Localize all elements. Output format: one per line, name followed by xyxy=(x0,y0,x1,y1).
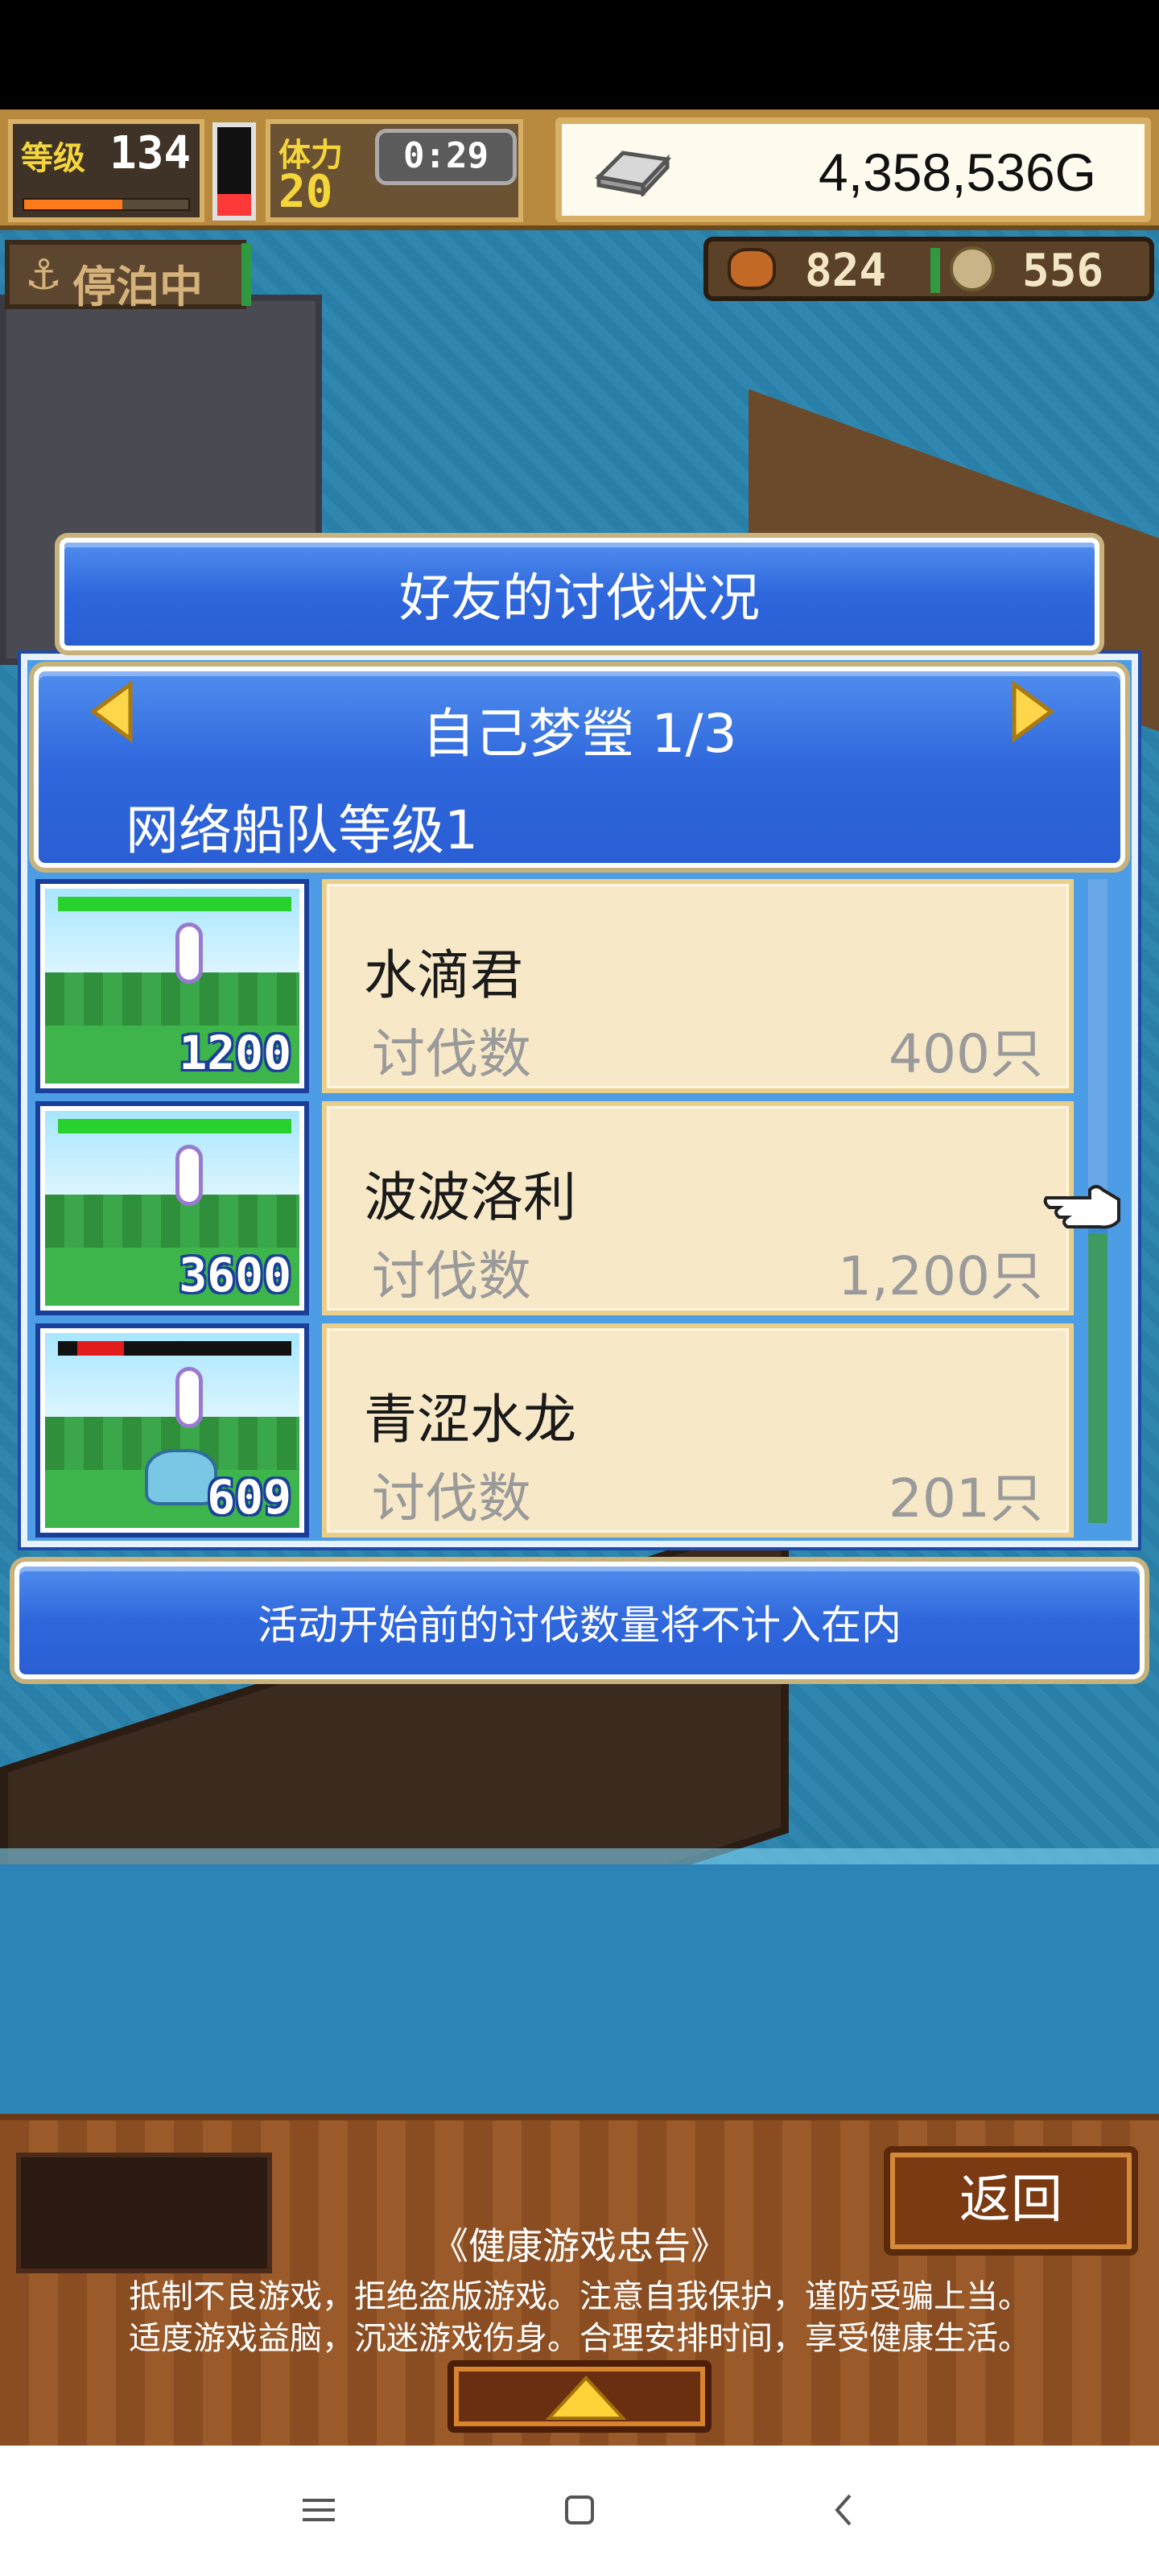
dialog-title-bar: 好友的讨伐状况 xyxy=(60,538,1099,650)
reward-value: 1200 xyxy=(179,1026,291,1080)
exp-bar-fill xyxy=(24,200,123,209)
list-item[interactable]: 3600 波波洛利 讨伐数 1,200只 xyxy=(35,1101,1074,1315)
food-icon xyxy=(728,248,776,290)
list-item[interactable]: 609 青涩水龙 讨伐数 201只 xyxy=(35,1323,1074,1538)
hp-bar-fill xyxy=(58,1119,291,1133)
kill-count-label: 讨伐数 xyxy=(372,1245,531,1307)
kill-count-value: 201只 xyxy=(889,1468,1043,1530)
level-value: 134 xyxy=(109,127,192,180)
monster-card: 波波洛利 讨伐数 1,200只 xyxy=(322,1101,1074,1315)
monster-thumbnail: 609 xyxy=(35,1323,309,1538)
resource-panel: 824 556 xyxy=(703,237,1154,301)
dock-status-text: 停泊中 xyxy=(72,262,203,312)
scrollbar-thumb[interactable] xyxy=(1088,879,1107,1217)
monster-card: 水滴君 讨伐数 400只 xyxy=(322,879,1074,1093)
dialog-title: 好友的讨伐状况 xyxy=(399,569,760,629)
hp-bar-fill xyxy=(58,897,291,911)
health-notice-line2: 适度游戏益脑，沉迷游戏伤身。合理安排时间，享受健康生活。 xyxy=(129,2320,1030,2357)
monster-name: 水滴君 xyxy=(364,944,523,1006)
material-icon xyxy=(950,246,995,291)
scrollbar-track-lower xyxy=(1088,1233,1107,1523)
stamina-gauge-fill xyxy=(217,193,251,216)
monster-thumbnail: 3600 xyxy=(35,1101,309,1315)
material-value: 556 xyxy=(1022,245,1104,297)
stamina-value: 20 xyxy=(278,166,333,218)
monster-card: 青涩水龙 讨伐数 201只 xyxy=(322,1323,1074,1538)
kill-count-value: 400只 xyxy=(889,1023,1043,1085)
menu-icon xyxy=(303,2499,335,2521)
stamina-gauge xyxy=(212,122,256,221)
thumbnail-trees xyxy=(45,972,299,1029)
hp-bar xyxy=(58,897,291,911)
home-button[interactable] xyxy=(547,2478,612,2542)
monster-name: 波波洛利 xyxy=(364,1166,576,1228)
bottom-bar: 返回 《健康游戏忠告》 抵制不良游戏，拒绝盗版游戏。注意自我保护，谨防受骗上当。… xyxy=(0,2114,1159,2446)
stamina-timer: 0:29 xyxy=(375,129,517,185)
silver-ingot-icon xyxy=(594,151,671,196)
reward-value: 609 xyxy=(207,1470,291,1525)
dialog-footer: 活动开始前的讨伐数量将不计入在内 xyxy=(14,1562,1145,1679)
sea xyxy=(0,1864,1159,2114)
system-nav-bar xyxy=(0,2446,1159,2576)
level-label: 等级 xyxy=(21,140,85,177)
shoreline xyxy=(0,1848,1159,1864)
hp-bar xyxy=(58,1119,291,1133)
system-status-bar xyxy=(0,0,1159,109)
footer-note: 活动开始前的讨伐数量将不计入在内 xyxy=(258,1602,901,1649)
pointing-hand-icon xyxy=(1043,1185,1120,1229)
quest-marker-icon xyxy=(175,1367,203,1428)
thumbnail-trees xyxy=(45,1195,299,1251)
exp-bar xyxy=(23,198,190,211)
recent-apps-button[interactable] xyxy=(287,2478,351,2542)
monster-thumbnail: 1200 xyxy=(35,879,309,1093)
expand-menu-button[interactable] xyxy=(448,2360,711,2433)
back-nav-button[interactable] xyxy=(813,2478,877,2542)
top-hud: 等级 134 体力 20 0:29 4,358,536G xyxy=(0,109,1159,230)
dock-status-badge[interactable]: ⚓ 停泊中 xyxy=(5,240,246,312)
gold-panel: 4,358,536G xyxy=(555,118,1151,222)
reward-value: 3600 xyxy=(179,1248,291,1302)
food-value: 824 xyxy=(805,245,887,297)
health-notice-title: 《健康游戏忠告》 xyxy=(431,2224,728,2268)
stamina-panel: 体力 20 0:29 xyxy=(266,119,523,222)
gold-amount: 4,358,536G xyxy=(819,142,1096,202)
kill-count-label: 讨伐数 xyxy=(372,1023,531,1085)
quest-marker-icon xyxy=(175,1145,203,1206)
hp-bar-fill xyxy=(77,1341,124,1356)
arrow-up-icon xyxy=(546,2376,626,2420)
anchor-icon: ⚓ xyxy=(24,251,63,299)
quest-marker-icon xyxy=(175,923,203,984)
level-panel: 等级 134 xyxy=(8,119,204,222)
fleet-level: 网络船队等级1 xyxy=(126,799,478,861)
dock-status-indicator xyxy=(241,243,251,306)
monster-name: 青涩水龙 xyxy=(364,1389,576,1451)
friend-name: 自己梦瑩 1/3 xyxy=(422,703,737,765)
square-icon xyxy=(565,2496,594,2524)
chevron-left-icon xyxy=(835,2494,852,2526)
hp-bar xyxy=(58,1341,291,1356)
kill-count-value: 1,200只 xyxy=(838,1245,1043,1307)
list-item[interactable]: 1200 水滴君 讨伐数 400只 xyxy=(35,879,1074,1093)
resource-separator xyxy=(930,248,940,293)
kill-count-label: 讨伐数 xyxy=(372,1468,531,1530)
health-notice-line1: 抵制不良游戏，拒绝盗版游戏。注意自我保护，谨防受骗上当。 xyxy=(129,2278,1030,2315)
